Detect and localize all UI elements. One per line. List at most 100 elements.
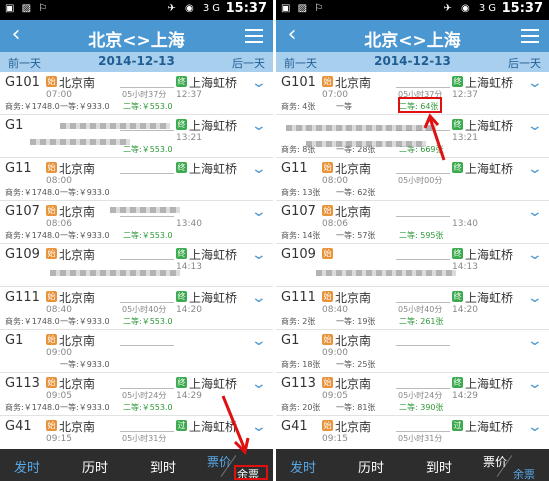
train-row[interactable]: G113 始北京南 09:05 05小时24分终上海虹桥 14:29 商务: 20张 一等:… [276, 373, 549, 416]
train-row[interactable]: G111 始北京南 08:40 05小时40分终上海虹桥 14:20 商务:￥1748.0… [0, 287, 273, 330]
chevron-down-icon[interactable]: ⌄ [251, 333, 267, 349]
chevron-down-icon[interactable]: ⌄ [251, 75, 267, 91]
train-row[interactable]: G101 始北京南 07:00 05小时37分终上海虹桥 12:37 商务:￥1748.0… [0, 72, 273, 115]
arrival-time: 13:21 [176, 133, 202, 143]
route-arrow [120, 165, 174, 174]
train-row[interactable]: G109 始北京南终上海虹桥 14:13 ⌄ [0, 244, 273, 287]
chevron-down-icon[interactable]: ⌄ [251, 290, 267, 306]
arrival-time: 13:40 [176, 219, 202, 229]
status-right-icons: ✈ ◉ 3G [167, 3, 223, 14]
arrival-station: 上海虹桥 [189, 162, 238, 176]
chevron-down-icon[interactable]: ⌄ [527, 333, 543, 349]
sort-arrival-button[interactable]: 到时 [150, 457, 176, 476]
chevron-down-icon[interactable]: ⌄ [251, 161, 267, 177]
chevron-down-icon[interactable]: ⌄ [527, 376, 543, 392]
train-number: G11 [281, 161, 308, 176]
route-arrow [396, 79, 450, 88]
menu-icon[interactable] [521, 29, 539, 43]
train-row[interactable]: G1 终上海虹桥 13:21 二等:￥553.0 ⌄ [0, 115, 273, 158]
departure-station: 北京南 [335, 162, 372, 176]
date-bar: 前一天 2014-12-13 后一天 [276, 52, 549, 72]
chevron-down-icon[interactable]: ⌄ [527, 419, 543, 435]
train-row[interactable]: G113 始北京南 09:05 05小时24分终上海虹桥 14:29 商务:￥1748.0… [0, 373, 273, 416]
train-row[interactable]: G41 始北京南 09:15 05小时31分过上海虹桥 ⌄ [0, 416, 273, 449]
sort-duration-button[interactable]: 历时 [358, 457, 384, 476]
departure-station: 北京南 [59, 420, 96, 434]
train-row[interactable]: 终上海虹桥 13:21 商务: 8张 一等: 28张 二等: 669张 ⌄ [276, 115, 549, 158]
train-row[interactable]: G109 始终上海虹桥 14:13 ⌄ [276, 244, 549, 287]
redaction-mark [50, 270, 180, 276]
sort-bar: 发时 历时 到时 票价 余票 [276, 449, 549, 481]
second-class-seat: 二等:￥553.0 [123, 317, 173, 326]
second-class-seat: 二等:￥553.0 [123, 102, 173, 111]
train-row[interactable]: G107 始北京南 08:06 13:40 商务:￥1748.0 一等:￥933.0 二等:… [0, 201, 273, 244]
first-class-seat: 一等 [336, 102, 352, 111]
start-badge: 始 [322, 377, 333, 388]
start-badge: 始 [46, 205, 57, 216]
business-seat: 商务: 4张 [281, 102, 316, 111]
business-seat: 商务:￥1748.0 [5, 231, 60, 240]
arrival-time: 14:20 [176, 305, 202, 315]
route-arrow [396, 251, 450, 260]
chevron-down-icon[interactable]: ⌄ [527, 161, 543, 177]
menu-icon[interactable] [245, 29, 263, 43]
departure-time: 07:00 [322, 90, 348, 100]
sort-bar: 发时 历时 到时 票价 余票 [0, 449, 273, 481]
status-time: 15:37 [225, 1, 267, 16]
sort-remaining-button[interactable]: 余票 [513, 466, 535, 481]
business-seat: 商务:￥1748.0 [5, 403, 60, 412]
train-number: G107 [281, 204, 316, 219]
train-row[interactable]: G11 始北京南 08:00 终上海虹桥 商务:￥1748.0 一等:￥933.0 ⌄ [0, 158, 273, 201]
departure-time: 08:40 [46, 305, 72, 315]
chevron-down-icon[interactable]: ⌄ [251, 376, 267, 392]
sort-price-button[interactable]: 票价 [207, 453, 231, 470]
train-number: G107 [5, 204, 40, 219]
sort-price-button[interactable]: 票价 [483, 453, 507, 470]
first-class-seat: 一等: 19张 [336, 317, 376, 326]
chevron-down-icon[interactable]: ⌄ [527, 118, 543, 134]
sort-arrival-button[interactable]: 到时 [426, 457, 452, 476]
first-class-seat: 一等:￥933.0 [60, 231, 110, 240]
departure-time: 08:00 [322, 176, 348, 186]
start-badge: 始 [322, 334, 333, 345]
arrival-station: 上海虹桥 [465, 377, 514, 391]
sort-departure-button[interactable]: 发时 [290, 457, 316, 476]
page-title: 北京<>上海 [88, 31, 185, 51]
train-row[interactable]: G41 始北京南 09:15 05小时31分过上海虹桥 ⌄ [276, 416, 549, 449]
departure-station: 北京南 [59, 76, 96, 90]
end-badge: 终 [176, 248, 187, 259]
train-number: G101 [5, 75, 40, 90]
departure-station: 北京南 [59, 334, 96, 348]
train-row[interactable]: G11 始北京南 08:00 05小时00分终上海虹桥 商务: 13张 一等: 62张 ⌄ [276, 158, 549, 201]
chevron-down-icon[interactable]: ⌄ [251, 419, 267, 435]
chevron-down-icon[interactable]: ⌄ [527, 204, 543, 220]
train-row[interactable]: G107 始北京南 08:06 13:40 商务: 14张 一等: 57张 二等: 595张… [276, 201, 549, 244]
chevron-down-icon[interactable]: ⌄ [251, 118, 267, 134]
chevron-down-icon[interactable]: ⌄ [527, 75, 543, 91]
chevron-down-icon[interactable]: ⌄ [527, 290, 543, 306]
sort-duration-button[interactable]: 历时 [82, 457, 108, 476]
departure-station: 北京南 [59, 291, 96, 305]
arrival-time: 13:40 [452, 219, 478, 229]
business-seat: 商务: 2张 [281, 317, 316, 326]
train-row[interactable]: G1 始北京南 09:00 商务: 18张 一等: 25张 ⌄ [276, 330, 549, 373]
status-bar: ▣ ▨ ⚐ ✈ ◉ 3G 15:37 [276, 0, 549, 20]
second-class-seat: 二等:￥553.0 [123, 403, 173, 412]
route-arrow [120, 380, 174, 389]
next-day-button[interactable]: 后一天 [232, 55, 265, 71]
train-number: G1 [5, 333, 24, 348]
arrival-time: 12:37 [176, 90, 202, 100]
next-day-button[interactable]: 后一天 [508, 55, 541, 71]
train-row[interactable]: G111 始北京南 08:40 05小时40分终上海虹桥 14:20 商务: 2张 一等: … [276, 287, 549, 330]
annotation-box [234, 465, 268, 480]
first-class-seat: 一等: 57张 [336, 231, 376, 240]
chevron-down-icon[interactable]: ⌄ [251, 204, 267, 220]
chevron-down-icon[interactable]: ⌄ [251, 247, 267, 263]
end-badge: 过 [452, 420, 463, 431]
end-badge: 终 [176, 291, 187, 302]
sort-departure-button[interactable]: 发时 [14, 457, 40, 476]
chevron-down-icon[interactable]: ⌄ [527, 247, 543, 263]
train-row[interactable]: G1 始北京南 09:00 一等:￥933.0 ⌄ [0, 330, 273, 373]
end-badge: 终 [452, 377, 463, 388]
departure-time: 08:06 [46, 219, 72, 229]
